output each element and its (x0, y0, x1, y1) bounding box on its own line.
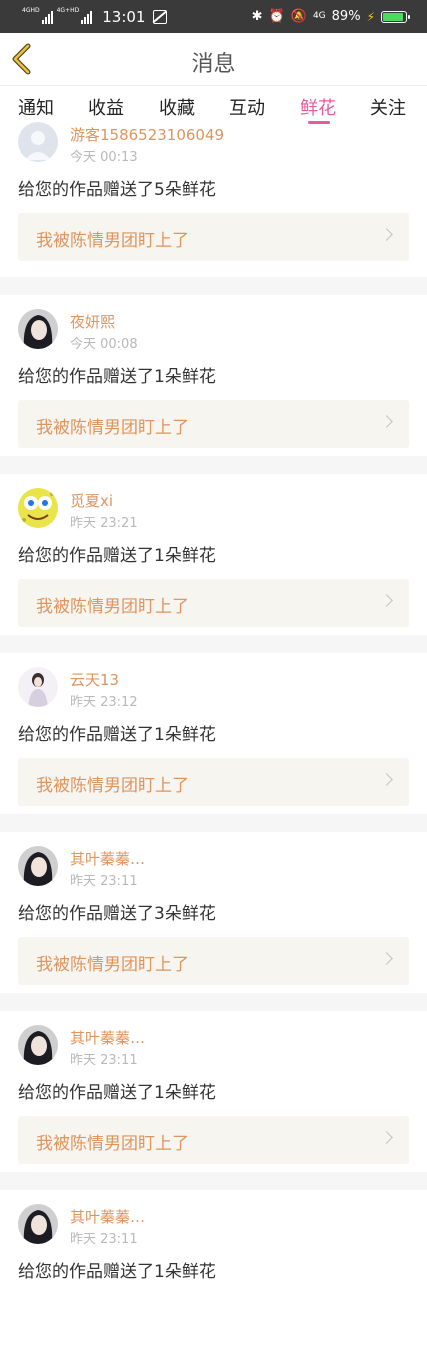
sender-name[interactable]: 游客1586523106049 (70, 124, 224, 145)
battery-icon (381, 10, 410, 23)
message-card: 游客1586523106049 今天 00:13 给您的作品赠送了5朵鲜花 我被… (0, 122, 427, 277)
message-time: 今天 00:13 (70, 150, 138, 165)
message-card: 其叶蓁蓁… 昨天 23:11 给您的作品赠送了1朵鲜花 我被陈情男团盯上了 (0, 1011, 427, 1172)
sender-name[interactable]: 觅夏xi (70, 490, 113, 511)
battery-percent: 89% (331, 9, 361, 24)
message-time: 昨天 23:11 (70, 874, 138, 889)
avatar[interactable] (18, 667, 58, 707)
sim2-label: 4G+HD (56, 6, 80, 14)
message-card: 夜妍熙 今天 00:08 给您的作品赠送了1朵鲜花 我被陈情男团盯上了 (0, 295, 427, 456)
message-card: 其叶蓁蓁… 昨天 23:11 给您的作品赠送了3朵鲜花 我被陈情男团盯上了 (0, 832, 427, 993)
message-text: 给您的作品赠送了5朵鲜花 (18, 180, 216, 200)
message-text: 给您的作品赠送了1朵鲜花 (18, 546, 216, 566)
work-link[interactable]: 我被陈情男团盯上了 (18, 758, 409, 806)
message-text: 给您的作品赠送了1朵鲜花 (18, 367, 216, 387)
status-bar: 4GHD 4G+HD 13:01 ✱ ⏰ 🔕 4G 89% ⚡ (0, 0, 427, 33)
work-title: 我被陈情男团盯上了 (36, 776, 189, 796)
work-link[interactable]: 我被陈情男团盯上了 (18, 400, 409, 448)
work-title: 我被陈情男团盯上了 (36, 418, 189, 438)
signal-icon (41, 10, 53, 24)
divider (0, 814, 427, 832)
message-text: 给您的作品赠送了1朵鲜花 (18, 1262, 216, 1282)
chevron-right-icon (380, 1131, 393, 1144)
work-link[interactable]: 我被陈情男团盯上了 (18, 937, 409, 985)
message-time: 昨天 23:21 (70, 516, 138, 531)
sim1-label: 4GHD (22, 6, 40, 14)
tab-favorites[interactable]: 收藏 (159, 94, 195, 120)
battery-level (383, 12, 403, 21)
chevron-right-icon (380, 228, 393, 241)
chevron-right-icon (380, 773, 393, 786)
header: 消息 (0, 33, 427, 86)
work-title: 我被陈情男团盯上了 (36, 1134, 189, 1154)
signal-icon (81, 10, 93, 24)
chevron-right-icon (380, 952, 393, 965)
message-card: 其叶蓁蓁… 昨天 23:11 给您的作品赠送了1朵鲜花 (0, 1190, 427, 1351)
avatar[interactable] (18, 1204, 58, 1244)
chevron-right-icon (380, 594, 393, 607)
message-card: 觅夏xi 昨天 23:21 给您的作品赠送了1朵鲜花 我被陈情男团盯上了 (0, 474, 427, 635)
message-time: 昨天 23:11 (70, 1232, 138, 1247)
message-time: 昨天 23:12 (70, 695, 138, 710)
divider (0, 456, 427, 474)
tab-notice[interactable]: 通知 (18, 94, 54, 120)
divider (0, 1172, 427, 1190)
work-link[interactable]: 我被陈情男团盯上了 (18, 213, 409, 261)
work-title: 我被陈情男团盯上了 (36, 955, 189, 975)
tab-flowers[interactable]: 鲜花 (300, 94, 336, 120)
work-link[interactable]: 我被陈情男团盯上了 (18, 579, 409, 627)
sender-name[interactable]: 其叶蓁蓁… (70, 1206, 145, 1227)
active-tab-indicator (308, 121, 330, 124)
divider (0, 993, 427, 1011)
message-text: 给您的作品赠送了3朵鲜花 (18, 904, 216, 924)
avatar[interactable] (18, 846, 58, 886)
page-title: 消息 (191, 52, 236, 77)
sender-name[interactable]: 其叶蓁蓁… (70, 848, 145, 869)
mute-icon: 🔕 (290, 9, 307, 24)
charging-icon: ⚡ (366, 9, 375, 24)
avatar[interactable] (18, 122, 58, 162)
message-time: 今天 00:08 (70, 337, 138, 352)
bluetooth-icon: ✱ (251, 9, 263, 24)
message-text: 给您的作品赠送了1朵鲜花 (18, 1083, 216, 1103)
chevron-right-icon (380, 415, 393, 428)
tab-earnings[interactable]: 收益 (88, 94, 124, 120)
message-list: 游客1586523106049 今天 00:13 给您的作品赠送了5朵鲜花 我被… (0, 122, 427, 1351)
message-text: 给您的作品赠送了1朵鲜花 (18, 725, 216, 745)
notifications-off-icon (153, 9, 168, 24)
network-label: 4G (312, 11, 326, 21)
avatar[interactable] (18, 309, 58, 349)
tab-interactions[interactable]: 互动 (229, 94, 265, 120)
tab-follow[interactable]: 关注 (370, 94, 406, 120)
avatar[interactable] (18, 1025, 58, 1065)
sender-name[interactable]: 夜妍熙 (70, 311, 115, 332)
sender-name[interactable]: 云天13 (70, 669, 119, 690)
tab-bar: 通知 收益 收藏 互动 鲜花 关注 (0, 86, 427, 126)
divider (0, 635, 427, 653)
message-card: 云天13 昨天 23:12 给您的作品赠送了1朵鲜花 我被陈情男团盯上了 (0, 653, 427, 814)
work-title: 我被陈情男团盯上了 (36, 597, 189, 617)
sender-name[interactable]: 其叶蓁蓁… (70, 1027, 145, 1048)
alarm-icon: ⏰ (268, 9, 285, 24)
work-link[interactable]: 我被陈情男团盯上了 (18, 1116, 409, 1164)
clock: 13:01 (102, 7, 146, 26)
avatar[interactable] (18, 488, 58, 528)
divider (0, 277, 427, 295)
work-title: 我被陈情男团盯上了 (36, 231, 189, 251)
message-time: 昨天 23:11 (70, 1053, 138, 1068)
